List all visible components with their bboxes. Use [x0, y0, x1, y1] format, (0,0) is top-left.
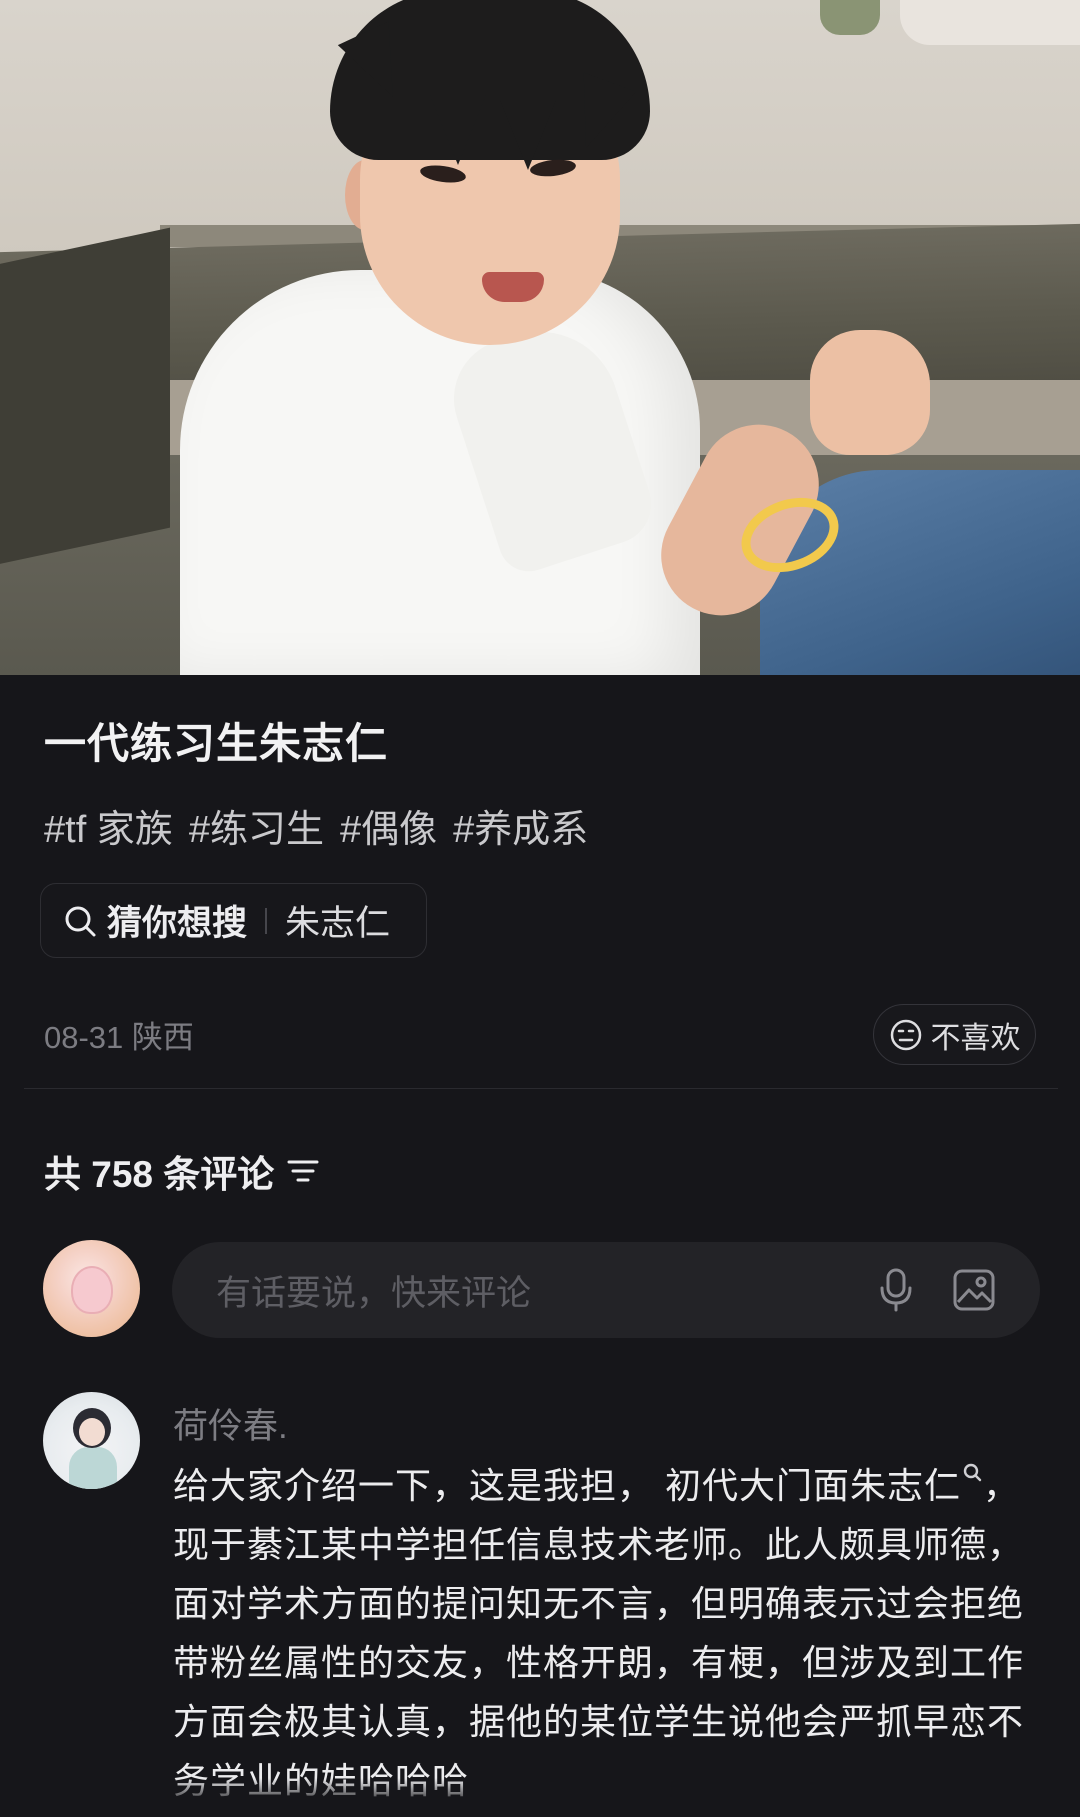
post-detail-page: 一代练习生朱志仁 #tf 家族 #练习生 #偶像 #养成系 猜你想搜 朱志仁 0…	[0, 0, 1080, 1817]
hashtag[interactable]: #练习生	[189, 798, 324, 853]
hashtag[interactable]: #偶像	[340, 798, 437, 853]
search-small-icon	[963, 1463, 982, 1482]
comment-input[interactable]: 有话要说，快来评论	[172, 1242, 1040, 1338]
hashtag[interactable]: #tf 家族	[44, 798, 173, 853]
search-keyword-link[interactable]: 初代大门面朱志仁	[665, 1465, 961, 1506]
bottom-fade	[0, 1778, 1080, 1817]
unhappy-face-icon	[890, 1019, 921, 1050]
comment-input-placeholder: 有话要说，快来评论	[216, 1273, 532, 1313]
image-icon	[953, 1269, 995, 1311]
avatar[interactable]	[43, 1240, 140, 1337]
mouth	[482, 272, 544, 302]
comment-author[interactable]: 荷伶春.	[173, 1398, 288, 1449]
raised-fist	[810, 330, 930, 455]
post-photo[interactable]	[0, 0, 1080, 675]
filter-lines-icon[interactable]	[286, 1156, 320, 1186]
suggest-term: 朱志仁	[285, 904, 391, 943]
background-object	[900, 0, 1080, 45]
hashtag-list: #tf 家族 #练习生 #偶像 #养成系	[44, 798, 588, 853]
voice-input-button[interactable]	[868, 1262, 924, 1318]
comment-text-part: 给大家介绍一下，这是我担，	[173, 1465, 655, 1506]
comment-text[interactable]: 给大家介绍一下，这是我担， 初代大门面朱志仁 ，现于綦江某中学担任信息技术老师。此…	[173, 1456, 1043, 1810]
dislike-button[interactable]: 不喜欢	[873, 1004, 1036, 1065]
comment-text-part: ，现于綦江某中学担任信息技术老师。此人颇具师德，面对学术方面的提问知无不言，但明…	[173, 1465, 1025, 1801]
commenter-avatar[interactable]	[43, 1392, 140, 1489]
suggested-search-button[interactable]: 猜你想搜 朱志仁	[40, 883, 427, 958]
comment-count-header[interactable]: 共 758 条评论	[44, 1144, 320, 1198]
microphone-icon	[880, 1268, 912, 1312]
post-title: 一代练习生朱志仁	[44, 720, 389, 767]
comment-count-label: 共 758 条评论	[44, 1154, 275, 1195]
post-date-location: 08-31 陕西	[44, 1020, 194, 1055]
section-divider	[24, 1088, 1058, 1089]
suggest-label: 猜你想搜	[107, 904, 248, 943]
search-icon	[65, 906, 96, 936]
hashtag[interactable]: #养成系	[453, 798, 588, 853]
divider	[265, 907, 268, 934]
dislike-label: 不喜欢	[930, 1021, 1021, 1055]
image-upload-button[interactable]	[946, 1262, 1002, 1318]
background-plant	[820, 0, 880, 35]
